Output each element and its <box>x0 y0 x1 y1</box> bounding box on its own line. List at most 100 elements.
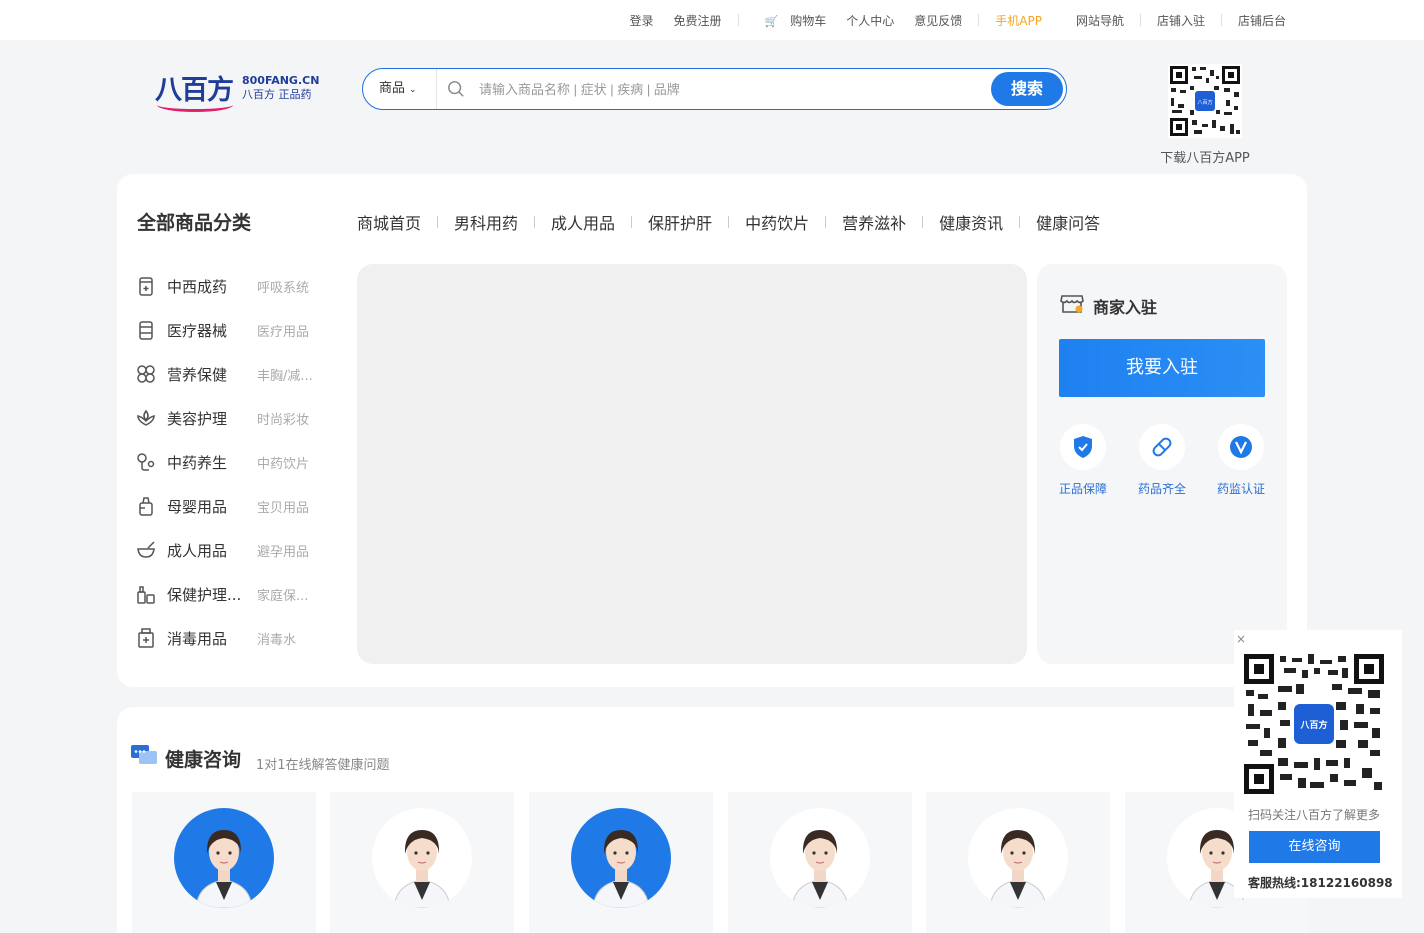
category-item[interactable]: 中药养生 中药饮片 <box>135 440 335 484</box>
login-link[interactable]: 登录 <box>619 12 663 29</box>
site-logo[interactable]: 八百方 800FANG.CN 八百方 正品药 <box>155 68 325 116</box>
all-categories-title[interactable]: 全部商品分类 <box>137 208 251 235</box>
nav-item[interactable]: 营养滋补 <box>842 210 906 234</box>
cart-icon: 🛒 <box>764 14 779 28</box>
site-nav-link[interactable]: 网站导航 <box>1066 12 1134 29</box>
divider <box>1220 14 1222 26</box>
mobile-app-link[interactable]: 手机APP <box>985 12 1052 29</box>
top-bar: 登录 免费注册 🛒 购物车 个人中心 意见反馈 手机APP 网站导航 店铺入驻 店… <box>0 0 1424 40</box>
hotline-text: 客服热线:18122160898 <box>1248 876 1393 890</box>
doctor-card[interactable] <box>926 792 1110 933</box>
category-item[interactable]: 中西成药 呼吸系统 <box>135 264 335 308</box>
nav-divider <box>631 216 633 228</box>
category-sub-link[interactable]: 中药饮片 <box>257 453 327 472</box>
store-join-link[interactable]: 店铺入驻 <box>1147 12 1215 29</box>
category-item[interactable]: 母婴用品 宝贝用品 <box>135 484 335 528</box>
scan-qr-text: 扫码关注八百方了解更多 <box>1248 808 1381 822</box>
nav-divider <box>922 216 924 228</box>
category-sub-link[interactable]: 呼吸系统 <box>257 277 327 296</box>
divider <box>978 14 980 26</box>
nav-item[interactable]: 健康资讯 <box>939 210 1003 234</box>
beauty-icon <box>135 407 157 429</box>
doctor-card[interactable] <box>132 792 316 933</box>
category-sub-link[interactable]: 消毒水 <box>257 629 327 648</box>
floating-qr-panel: × 八百方 扫码关注八百方了解更多 在线咨询 客服热线:18122160898 <box>1234 630 1402 898</box>
consult-subtitle: 1对1在线解答健康问题 <box>256 758 390 773</box>
close-icon[interactable]: × <box>1236 632 1246 646</box>
health-consult-section: 健康咨询 1对1在线解答健康问题 <box>117 707 1309 933</box>
chevron-down-icon: ⌄ <box>409 85 417 95</box>
category-sub-link[interactable]: 丰胸/减... <box>257 365 327 384</box>
category-item[interactable]: 营养保健 丰胸/减... <box>135 352 335 396</box>
category-name: 医疗器械 <box>167 321 228 340</box>
merchant-title: 商家入驻 <box>1093 298 1158 317</box>
doctor-card[interactable] <box>728 792 912 933</box>
merchant-panel: 商家入驻 我要入驻 正品保障 药品齐全 药监认证 <box>1037 264 1287 664</box>
online-consult-button[interactable]: 在线咨询 <box>1249 831 1380 863</box>
svg-text:八百方: 八百方 <box>1197 99 1212 106</box>
feature-authentic[interactable]: 正品保障 <box>1055 424 1111 497</box>
medicine-bottle-icon <box>135 275 157 297</box>
search-category-label: 商品 <box>379 81 406 96</box>
nav-divider <box>1019 216 1021 228</box>
category-sub-link[interactable]: 宝贝用品 <box>257 497 327 516</box>
category-sub-link[interactable]: 医疗用品 <box>257 321 327 340</box>
doctor-avatar <box>174 808 274 908</box>
app-qr-code: 八百方 <box>1168 64 1242 138</box>
category-item[interactable]: 医疗器械 医疗用品 <box>135 308 335 352</box>
feature-label: 药品齐全 <box>1137 482 1186 496</box>
nav-divider <box>534 216 536 228</box>
chat-icon <box>131 745 157 764</box>
device-icon <box>135 319 157 341</box>
category-sub-link[interactable]: 家庭保... <box>257 585 327 604</box>
category-name: 美容护理 <box>167 409 228 428</box>
wechat-qr-code: 八百方 <box>1244 654 1384 794</box>
nav-item[interactable]: 商城首页 <box>357 210 421 234</box>
store-admin-link[interactable]: 店铺后台 <box>1228 12 1296 29</box>
search-input[interactable] <box>479 77 979 101</box>
register-link[interactable]: 免费注册 <box>664 12 732 29</box>
category-name: 保健护理... <box>167 585 242 604</box>
search-button[interactable]: 搜索 <box>991 72 1063 106</box>
feature-complete[interactable]: 药品齐全 <box>1134 424 1190 497</box>
search-bar: 商品⌄ 搜索 <box>362 68 1067 110</box>
store-icon <box>1060 295 1084 313</box>
divider <box>737 14 739 26</box>
nav-item[interactable]: 中药饮片 <box>745 210 809 234</box>
banner-carousel[interactable] <box>357 264 1027 664</box>
category-sub-link[interactable]: 时尚彩妆 <box>257 409 327 428</box>
search-category-select[interactable]: 商品 ⌄ <box>363 69 437 109</box>
consult-title: 健康咨询 <box>165 749 242 771</box>
category-item[interactable]: 美容护理 时尚彩妆 <box>135 396 335 440</box>
nutrition-icon <box>135 363 157 385</box>
logo-slogan: 八百方 正品药 <box>242 88 312 101</box>
cart-link[interactable]: 🛒 购物车 <box>745 12 837 29</box>
profile-link[interactable]: 个人中心 <box>836 12 904 29</box>
category-item[interactable]: 成人用品 避孕用品 <box>135 528 335 572</box>
nav-item[interactable]: 男科用药 <box>454 210 518 234</box>
doctor-avatar <box>770 808 870 908</box>
category-item[interactable]: 保健护理... 家庭保... <box>135 572 335 616</box>
category-name: 中西成药 <box>167 277 228 296</box>
category-item[interactable]: 消毒用品 消毒水 <box>135 616 335 660</box>
feature-label: 药监认证 <box>1216 482 1265 496</box>
nav-item[interactable]: 成人用品 <box>551 210 615 234</box>
join-merchant-button[interactable]: 我要入驻 <box>1059 339 1265 397</box>
feature-certified[interactable]: 药监认证 <box>1213 424 1269 497</box>
pill-icon <box>1152 437 1172 457</box>
nav-item[interactable]: 健康问答 <box>1036 210 1100 234</box>
cart-label: 购物车 <box>790 13 827 28</box>
main-panel: 全部商品分类 商城首页 男科用药 成人用品 保肝护肝 中药饮片 营养滋补 健康资讯 健康问答 … <box>117 174 1307 687</box>
category-sub-link[interactable]: 避孕用品 <box>257 541 327 560</box>
nav-item[interactable]: 保肝护肝 <box>648 210 712 234</box>
divider <box>1139 14 1141 26</box>
care-icon <box>135 583 157 605</box>
svg-text:八百方: 八百方 <box>1299 719 1327 731</box>
doctor-card[interactable] <box>529 792 713 933</box>
doctor-avatar <box>571 808 671 908</box>
app-download-label[interactable]: 下载八百方APP <box>1150 147 1260 166</box>
feedback-link[interactable]: 意见反馈 <box>904 12 972 29</box>
category-name: 母婴用品 <box>167 497 228 516</box>
doctor-card[interactable] <box>330 792 514 933</box>
top-links: 登录 免费注册 🛒 购物车 个人中心 意见反馈 手机APP 网站导航 店铺入驻 店… <box>619 0 1296 40</box>
